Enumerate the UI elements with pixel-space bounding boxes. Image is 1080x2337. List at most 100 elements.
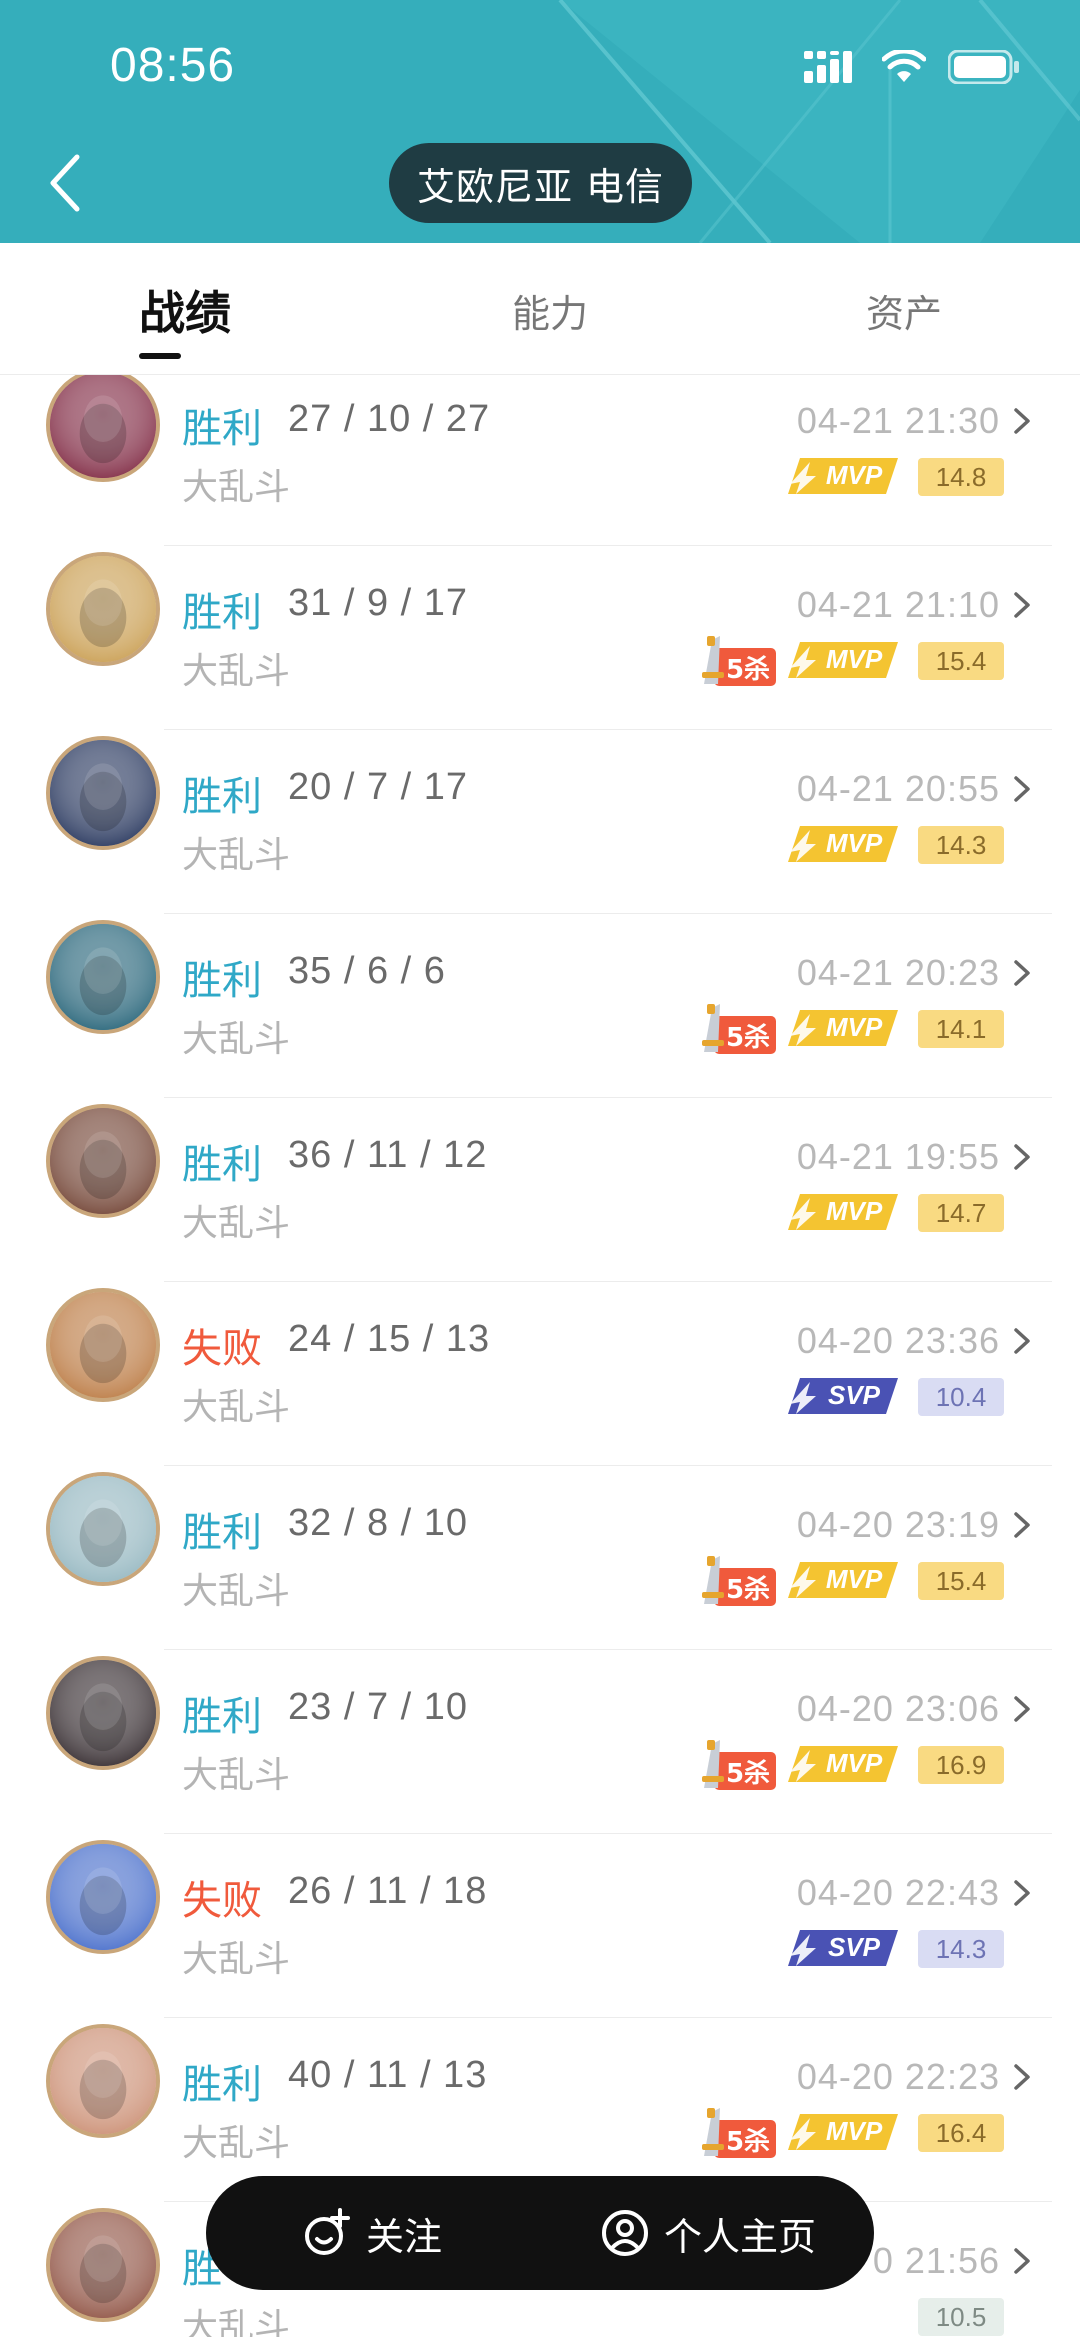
match-time: 04-21 20:23 (796, 952, 1000, 993)
match-result: 胜利 (182, 2062, 262, 2108)
tab-ability[interactable]: 能力 (512, 283, 588, 338)
champion-portrait-icon (50, 556, 156, 662)
mvp-badge: MVP (786, 1742, 900, 1786)
tab-bar: 战绩 能力 资产 (0, 243, 1080, 375)
match-kda: 23 / 7 / 10 (288, 1686, 469, 1728)
bottom-action-bar: 关注 个人主页 (206, 2176, 874, 2290)
champion-portrait-icon (50, 1844, 156, 1950)
match-score: 14.8 (918, 458, 1004, 496)
match-row[interactable]: 失败 26 / 11 / 18 大乱斗 04-20 22:43 SVP 14.3 (0, 1834, 1080, 2018)
mvp-label: MVP (825, 2116, 883, 2146)
match-time: 04-20 23:19 (796, 1504, 1000, 1545)
follow-label: 关注 (366, 2214, 443, 2259)
chevron-right-icon (1014, 776, 1030, 802)
svp-label: SVP (827, 1380, 881, 1410)
champion-avatar (46, 736, 160, 850)
profile-button[interactable]: 个人主页 (600, 2206, 816, 2261)
match-mode: 大乱斗 (182, 1203, 291, 1244)
champion-avatar (46, 2024, 160, 2138)
back-arrow-icon (50, 154, 80, 212)
penta-kill-badge: 5杀 (698, 1002, 778, 1056)
champion-avatar (46, 920, 160, 1034)
mvp-badge: MVP (786, 454, 900, 498)
mvp-label: MVP (825, 828, 883, 858)
match-row[interactable]: 失败 24 / 15 / 13 大乱斗 04-20 23:36 SVP 10.4 (0, 1282, 1080, 1466)
server-selector[interactable]: 艾欧尼亚 电信 (389, 143, 692, 223)
match-row[interactable]: 胜利 20 / 7 / 17 大乱斗 04-21 20:55 MVP 14.3 (0, 730, 1080, 914)
match-result: 胜利 (182, 406, 262, 452)
match-score: 14.1 (918, 1010, 1004, 1048)
champion-avatar (46, 375, 160, 482)
match-row[interactable]: 胜利 27 / 10 / 27 大乱斗 04-21 21:30 MVP 14.8 (0, 375, 1080, 546)
match-result: 胜利 (182, 958, 262, 1004)
champion-portrait-icon (50, 1108, 156, 1214)
match-kda: 26 / 11 / 18 (288, 1870, 488, 1912)
chevron-right-icon (1014, 1144, 1030, 1170)
match-row[interactable]: 胜利 40 / 11 / 13 大乱斗 04-20 22:23 5杀 MVP 1… (0, 2018, 1080, 2202)
match-result: 失败 (182, 1326, 262, 1372)
mvp-badge: MVP (786, 822, 900, 866)
tab-record[interactable]: 战绩 (139, 277, 231, 343)
tab-assets[interactable]: 资产 (866, 283, 942, 338)
active-tab-indicator (139, 353, 181, 359)
match-result: 胜利 (182, 1510, 262, 1556)
penta-kill-badge: 5杀 (698, 634, 778, 688)
champion-avatar (46, 1840, 160, 1954)
match-score: 10.4 (918, 1378, 1004, 1416)
match-result: 胜利 (182, 590, 262, 636)
match-time: 04-21 20:55 (796, 768, 1000, 809)
follow-button[interactable]: 关注 (302, 2206, 442, 2261)
match-mode: 大乱斗 (182, 651, 291, 692)
match-kda: 20 / 7 / 17 (288, 766, 469, 808)
profile-icon (602, 2210, 648, 2256)
match-list[interactable]: 胜利 27 / 10 / 27 大乱斗 04-21 21:30 MVP 14.8 (0, 375, 1080, 2337)
penta-kill-label: 5杀 (725, 1759, 771, 1789)
penta-kill-label: 5杀 (725, 655, 771, 685)
match-time: 04-21 21:30 (796, 400, 1000, 441)
match-result: 胜利 (182, 774, 262, 820)
match-mode: 大乱斗 (182, 467, 291, 508)
mvp-badge: MVP (786, 1190, 900, 1234)
mvp-label: MVP (825, 644, 883, 674)
match-row[interactable]: 胜利 36 / 11 / 12 大乱斗 04-21 19:55 MVP 14.7 (0, 1098, 1080, 1282)
match-time: 04-20 23:06 (796, 1688, 1000, 1729)
add-follow-icon (305, 2208, 350, 2255)
chevron-right-icon (1014, 960, 1030, 986)
match-time: 04-20 22:23 (796, 2056, 1000, 2097)
champion-portrait-icon (50, 1660, 156, 1766)
chevron-right-icon (1014, 408, 1030, 434)
profile-label: 个人主页 (664, 2214, 817, 2259)
match-score: 14.7 (918, 1194, 1004, 1232)
match-row[interactable]: 胜利 35 / 6 / 6 大乱斗 04-21 20:23 5杀 MVP 14.… (0, 914, 1080, 1098)
match-row[interactable]: 胜利 32 / 8 / 10 大乱斗 04-20 23:19 5杀 MVP 15… (0, 1466, 1080, 1650)
match-mode: 大乱斗 (182, 1571, 291, 1612)
wifi-icon (882, 50, 926, 82)
match-time: 04-20 23:36 (796, 1320, 1000, 1361)
svp-label: SVP (827, 1932, 881, 1962)
penta-kill-label: 5杀 (725, 1575, 771, 1605)
cellular-signal-icon (804, 51, 852, 83)
status-time: 08:56 (110, 39, 236, 92)
match-kda: 32 / 8 / 10 (288, 1502, 469, 1544)
match-time: 04-21 19:55 (796, 1136, 1000, 1177)
chevron-right-icon (1014, 592, 1030, 618)
back-button[interactable] (40, 148, 90, 218)
match-row[interactable]: 胜利 31 / 9 / 17 大乱斗 04-21 21:10 5杀 MVP 15… (0, 546, 1080, 730)
champion-avatar (46, 1288, 160, 1402)
svp-badge: SVP (786, 1374, 900, 1418)
champion-avatar (46, 552, 160, 666)
match-row[interactable]: 胜利 23 / 7 / 10 大乱斗 04-20 23:06 5杀 MVP 16… (0, 1650, 1080, 1834)
champion-portrait-icon (50, 2212, 156, 2318)
chevron-right-icon (1014, 1328, 1030, 1354)
champion-portrait-icon (50, 1476, 156, 1582)
match-result: 胜利 (182, 1142, 262, 1188)
chevron-right-icon (1014, 1880, 1030, 1906)
chevron-right-icon (1014, 2064, 1030, 2090)
penta-kill-label: 5杀 (725, 1023, 771, 1053)
penta-kill-badge: 5杀 (698, 1554, 778, 1608)
match-mode: 大乱斗 (182, 1755, 291, 1796)
match-kda: 27 / 10 / 27 (288, 398, 491, 440)
champion-avatar (46, 1472, 160, 1586)
match-mode: 大乱斗 (182, 835, 291, 876)
match-time: 04-20 22:43 (796, 1872, 1000, 1913)
